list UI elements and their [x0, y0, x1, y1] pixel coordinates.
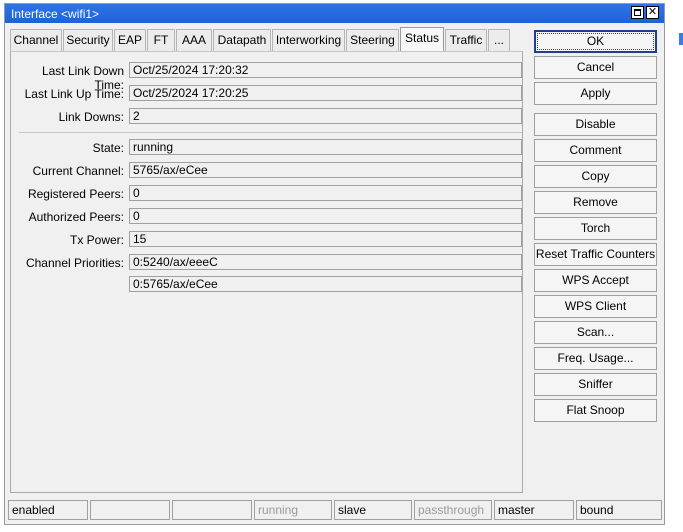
flat-snoop-button[interactable]: Flat Snoop — [534, 399, 657, 422]
tab-datapath[interactable]: Datapath — [213, 29, 271, 51]
tab-aaa[interactable]: AAA — [176, 29, 212, 51]
wps-accept-button[interactable]: WPS Accept — [534, 269, 657, 292]
cancel-button[interactable]: Cancel — [534, 56, 657, 79]
focus-ring — [537, 33, 654, 50]
status-running: running — [254, 500, 332, 520]
apply-button[interactable]: Apply — [534, 82, 657, 105]
status-cell — [90, 500, 170, 520]
title-bar[interactable]: Interface <wifi1> ✕ — [5, 4, 664, 23]
section-divider — [19, 132, 522, 133]
state-field[interactable]: running — [129, 139, 522, 155]
tab-traffic[interactable]: Traffic — [445, 29, 487, 51]
status-panel: Last Link Down Time: Oct/25/2024 17:20:3… — [10, 51, 523, 493]
tab-status[interactable]: Status — [400, 27, 444, 52]
status-enabled: enabled — [8, 500, 88, 520]
tab-eap[interactable]: EAP — [114, 29, 146, 51]
comment-button[interactable]: Comment — [534, 139, 657, 162]
current-channel-label: Current Channel: — [32, 164, 124, 178]
ok-button[interactable]: OK — [534, 30, 657, 53]
status-cell — [172, 500, 252, 520]
copy-button[interactable]: Copy — [534, 165, 657, 188]
channel-priority-field[interactable]: 0:5240/ax/eeeC — [129, 254, 522, 270]
authorized-peers-label: Authorized Peers: — [28, 210, 124, 224]
tab-more[interactable]: ... — [488, 29, 510, 51]
tab-security[interactable]: Security — [63, 29, 113, 51]
status-master: master — [494, 500, 574, 520]
last-link-up-time-label: Last Link Up Time: — [24, 87, 124, 101]
last-link-down-time-field[interactable]: Oct/25/2024 17:20:32 — [129, 62, 522, 78]
channel-priorities-label: Channel Priorities: — [25, 256, 124, 270]
current-channel-field[interactable]: 5765/ax/eCee — [129, 162, 522, 178]
registered-peers-field[interactable]: 0 — [129, 185, 522, 201]
tx-power-field[interactable]: 15 — [129, 231, 522, 247]
interface-window: Interface <wifi1> ✕ Channel Security EAP… — [4, 3, 665, 525]
state-label: State: — [92, 141, 124, 155]
background-window-edge — [679, 33, 683, 45]
tx-power-label: Tx Power: — [69, 233, 124, 247]
tab-interworking[interactable]: Interworking — [272, 29, 345, 51]
status-passthrough: passthrough — [414, 500, 492, 520]
torch-button[interactable]: Torch — [534, 217, 657, 240]
sniffer-button[interactable]: Sniffer — [534, 373, 657, 396]
close-icon[interactable]: ✕ — [646, 6, 659, 19]
freq-usage-button[interactable]: Freq. Usage... — [534, 347, 657, 370]
status-slave: slave — [334, 500, 412, 520]
last-link-up-time-field[interactable]: Oct/25/2024 17:20:25 — [129, 85, 522, 101]
channel-priority-field[interactable]: 0:5765/ax/eCee — [129, 276, 522, 292]
authorized-peers-field[interactable]: 0 — [129, 208, 522, 224]
reset-traffic-counters-button[interactable]: Reset Traffic Counters — [534, 243, 657, 266]
tab-channel[interactable]: Channel — [10, 29, 62, 51]
tab-ft[interactable]: FT — [147, 29, 175, 51]
window-title: Interface <wifi1> — [11, 7, 100, 21]
tab-steering[interactable]: Steering — [346, 29, 399, 51]
status-bound: bound — [576, 500, 662, 520]
link-downs-label: Link Downs: — [58, 110, 124, 124]
link-downs-field[interactable]: 2 — [129, 108, 522, 124]
disable-button[interactable]: Disable — [534, 113, 657, 136]
remove-button[interactable]: Remove — [534, 191, 657, 214]
scan-button[interactable]: Scan... — [534, 321, 657, 344]
maximize-icon[interactable] — [631, 6, 644, 19]
registered-peers-label: Registered Peers: — [27, 187, 124, 201]
wps-client-button[interactable]: WPS Client — [534, 295, 657, 318]
